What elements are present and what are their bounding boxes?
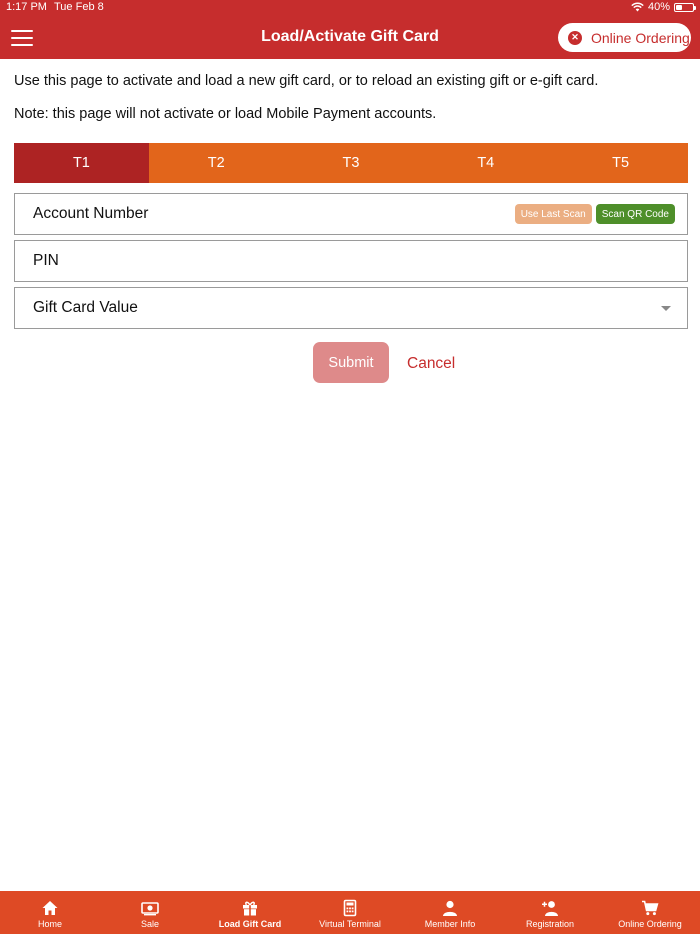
nav-virtual-terminal[interactable]: Virtual Terminal [300, 891, 400, 934]
nav-label: Member Info [424, 919, 476, 929]
calculator-icon [343, 899, 357, 917]
person-icon [443, 900, 457, 916]
scan-buttons: Use Last Scan Scan QR Code [514, 204, 675, 224]
tab-t4[interactable]: T4 [418, 143, 553, 183]
online-ordering-label: Online Ordering [591, 29, 690, 46]
wifi-icon [631, 2, 644, 12]
close-icon: ✕ [568, 30, 582, 45]
nav-sale[interactable]: Sale [100, 891, 200, 934]
nav-label: Virtual Terminal [319, 919, 381, 929]
home-icon [42, 901, 58, 915]
cart-icon [642, 900, 659, 916]
battery-icon [674, 2, 696, 12]
tab-t1[interactable]: T1 [14, 143, 149, 183]
nav-home[interactable]: Home [0, 891, 100, 934]
use-last-scan-button[interactable]: Use Last Scan [514, 204, 592, 224]
status-indicators: 40% [631, 1, 696, 13]
status-time: 1:17 PM [6, 1, 47, 13]
nav-label: Sale [140, 919, 159, 929]
chevron-down-icon[interactable] [661, 306, 671, 311]
tab-t5[interactable]: T5 [553, 143, 688, 183]
online-ordering-button[interactable]: ✕ Online Ordering [558, 23, 691, 52]
money-icon [141, 902, 159, 916]
terminal-tabs: T1 T2 T3 T4 T5 [14, 143, 688, 183]
gift-card-value-select[interactable]: Gift Card Value [14, 287, 688, 329]
account-number-placeholder: Account Number [33, 205, 149, 222]
tab-t3[interactable]: T3 [284, 143, 419, 183]
note-text: Note: this page will not activate or loa… [14, 106, 437, 122]
add-person-icon [542, 901, 558, 916]
cancel-link[interactable]: Cancel [407, 355, 455, 373]
intro-text: Use this page to activate and load a new… [14, 73, 599, 89]
bottom-nav: Home Sale Load Gift Card Virtual Termina… [0, 891, 700, 934]
nav-registration[interactable]: Registration [500, 891, 600, 934]
pin-placeholder: PIN [33, 252, 59, 269]
nav-label: Online Ordering [618, 919, 682, 929]
pin-field[interactable]: PIN [14, 240, 688, 282]
nav-load-gift-card[interactable]: Load Gift Card [200, 891, 300, 934]
tab-t2[interactable]: T2 [149, 143, 284, 183]
gift-icon [243, 901, 257, 916]
battery-percent: 40% [647, 1, 670, 13]
nav-label: Load Gift Card [218, 919, 282, 929]
header: 1:17 PM Tue Feb 8 40% Load/Activate Gift… [0, 0, 700, 59]
nav-member-info[interactable]: Member Info [400, 891, 500, 934]
nav-online-ordering[interactable]: Online Ordering [600, 891, 700, 934]
gift-card-value-placeholder: Gift Card Value [33, 299, 138, 316]
scan-qr-code-button[interactable]: Scan QR Code [595, 204, 675, 224]
nav-label: Home [37, 919, 62, 929]
nav-label: Registration [525, 919, 575, 929]
account-number-field[interactable]: Account Number Use Last Scan Scan QR Cod… [14, 193, 688, 235]
submit-button[interactable]: Submit [313, 342, 389, 383]
status-date: Tue Feb 8 [54, 1, 104, 13]
